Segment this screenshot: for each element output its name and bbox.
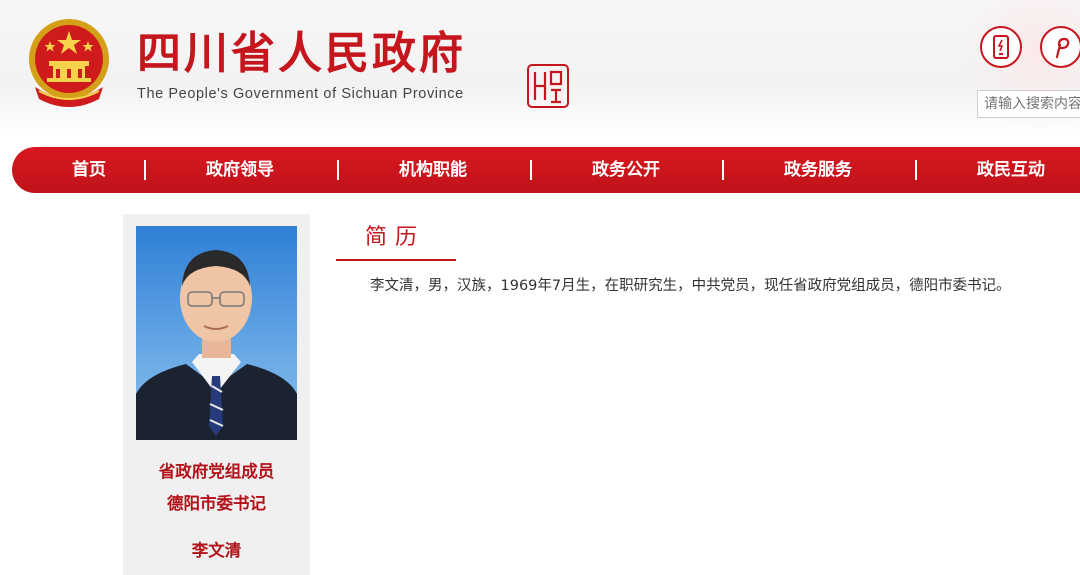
main-nav: 首页 政府领导 机构职能 政务公开 政务服务 政民互动 <box>12 147 1080 193</box>
nav-item-leaders[interactable]: 政府领导 <box>206 147 274 193</box>
position-title: 德阳市委书记 <box>167 494 266 513</box>
nav-item-functions[interactable]: 机构职能 <box>399 147 467 193</box>
site-subtitle: The People's Government of Sichuan Provi… <box>137 86 464 102</box>
profile-card: 省政府党组成员 德阳市委书记 李文清 <box>123 214 310 575</box>
nav-separator <box>722 160 724 180</box>
weibo-icon <box>1055 37 1070 59</box>
nav-separator <box>530 160 532 180</box>
seal-icon <box>527 64 569 108</box>
national-emblem-icon[interactable] <box>25 17 113 109</box>
official-name: 李文清 <box>191 541 242 560</box>
resume-text: 李文清，男，汉族，1969年7月生，在职研究生，中共党员，现任省政府党组成员，德… <box>370 278 1011 294</box>
portrait-photo <box>136 226 297 440</box>
nav-item-services[interactable]: 政务服务 <box>784 147 852 193</box>
nav-item-gov-affairs[interactable]: 政务公开 <box>592 147 660 193</box>
site-header: 四川省人民政府 The People's Government of Sichu… <box>0 0 1080 138</box>
nav-separator <box>337 160 339 180</box>
nav-separator <box>915 160 917 180</box>
nav-separator <box>144 160 146 180</box>
site-title[interactable]: 四川省人民政府 <box>137 28 466 80</box>
weibo-button[interactable] <box>1040 26 1080 68</box>
position-title: 省政府党组成员 <box>158 462 275 481</box>
nav-item-home[interactable]: 首页 <box>72 147 106 193</box>
nav-item-interaction[interactable]: 政民互动 <box>977 147 1045 193</box>
heading-underline <box>336 259 456 261</box>
search-input[interactable] <box>977 90 1080 118</box>
resume-heading: 简历 <box>365 225 426 250</box>
mobile-button[interactable] <box>980 26 1022 68</box>
mobile-icon <box>993 35 1009 59</box>
